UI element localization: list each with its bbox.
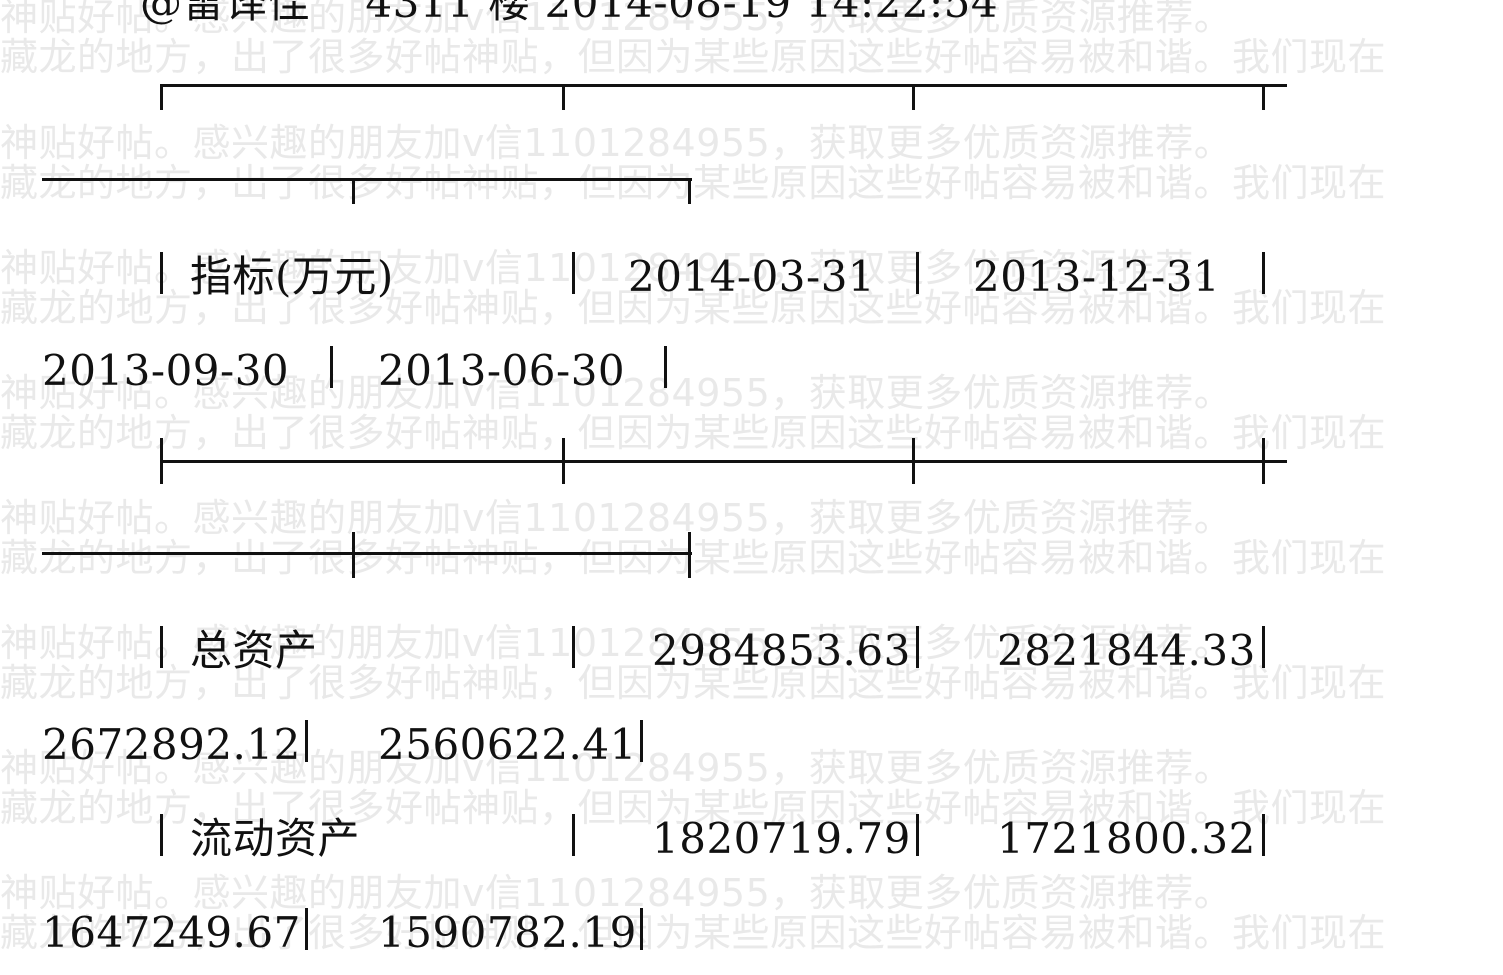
watermark-line: 藏龙的地方，出了很多好帖神贴，但因为某些原因这些好帖容易被和谐。我们现在 <box>0 411 1387 455</box>
header-date: 2013-09-30 <box>42 346 290 395</box>
cell-value: 2672892.12 <box>42 720 301 769</box>
row-label: 总资产 <box>190 626 318 675</box>
header-label: 指标(万元) <box>190 252 394 301</box>
cell-value: 2821844.33 <box>997 626 1256 675</box>
watermark-line: 藏龙的地方，出了很多好帖神贴，但因为某些原因这些好帖容易被和谐。我们现在 <box>0 35 1387 79</box>
header-date: 2013-12-31 <box>973 252 1221 301</box>
cell-value: 1590782.19 <box>378 908 637 957</box>
cell-value: 1721800.32 <box>997 814 1256 863</box>
cell-value: 1820719.79 <box>652 814 911 863</box>
post-header: @雷译佳 4311 楼 2014-08-19 14:22:54 <box>140 0 999 27</box>
cell-value: 1647249.67 <box>42 908 301 957</box>
cell-value: 2984853.63 <box>652 626 911 675</box>
header-date: 2013-06-30 <box>378 346 626 395</box>
cell-value: 2560622.41 <box>378 720 637 769</box>
row-label: 流动资产 <box>190 814 361 863</box>
header-date: 2014-03-31 <box>628 252 876 301</box>
